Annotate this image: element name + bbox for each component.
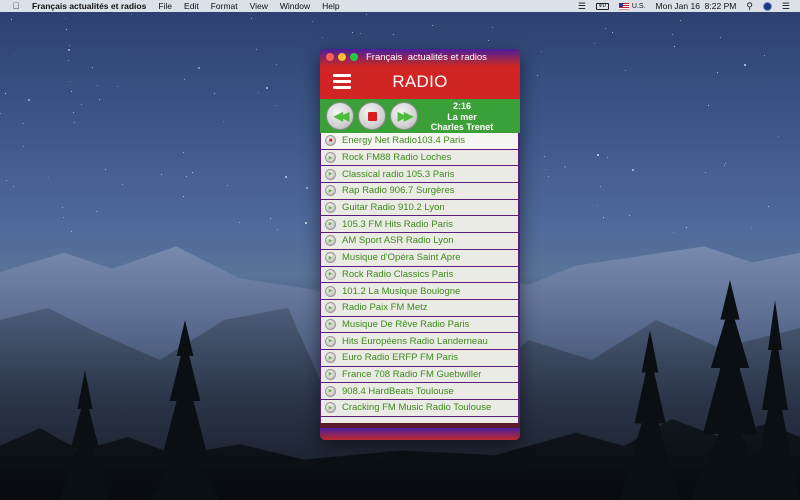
input-source-label: U.S. [631, 2, 646, 10]
station-item[interactable]: ▶ Euro Radio ERFP FM Paris [321, 349, 518, 367]
menu-window[interactable]: Window [280, 1, 310, 11]
play-icon[interactable]: ▶ [325, 202, 336, 214]
play-icon[interactable]: ▶ [325, 252, 336, 264]
station-name: Cracking FM Music Radio Toulouse [342, 402, 492, 414]
page-title: RADIO [392, 72, 448, 91]
wifi-icon[interactable]: ☰ [578, 1, 586, 12]
notification-center-icon[interactable]: ☰ [782, 1, 790, 12]
station-name: Musique d'Opéra Saint Apre [342, 252, 461, 264]
play-icon[interactable]: ▶ [325, 402, 336, 414]
play-icon[interactable]: ▶ [325, 335, 336, 347]
station-item[interactable]: ▶ Classical radio 105.3 Paris [321, 166, 518, 184]
station-name: Euro Radio ERFP FM Paris [342, 352, 458, 364]
station-name: 105.3 FM Hits Radio Paris [342, 218, 453, 230]
station-item[interactable]: ▶ AM Sport ASR Radio Lyon [321, 233, 518, 250]
station-name: Radio Paix FM Metz [342, 302, 428, 314]
station-item[interactable]: ▶ France 708 Radio FM Guebwiller [321, 366, 518, 384]
station-name: Energy Net Radio103.4 Paris [342, 135, 466, 147]
play-icon[interactable]: ▶ [325, 268, 336, 280]
stop-icon[interactable]: ■ [325, 135, 336, 147]
station-item[interactable]: ▶ Guitar Radio 910.2 Lyon [321, 199, 518, 217]
battery-icon[interactable]: ΦD [595, 2, 609, 10]
station-name: Rap Radio 906.7 Surgères [342, 185, 455, 197]
play-icon[interactable]: ▶ [325, 218, 336, 230]
station-item[interactable]: ■ Energy Net Radio103.4 Paris [321, 133, 518, 150]
station-name: Rock Radio Classics Paris [342, 268, 454, 280]
station-name: Classical radio 105.3 Paris [342, 168, 455, 180]
menu-format[interactable]: Format [211, 1, 238, 11]
station-item[interactable]: ▶ 105.3 FM Hits Radio Paris [321, 216, 518, 234]
menu-view[interactable]: View [250, 1, 268, 11]
station-name: AM Sport ASR Radio Lyon [342, 235, 454, 247]
station-name: Musique De Rêve Radio Paris [342, 318, 470, 330]
station-item[interactable]: ▶ Radio Paix FM Metz [321, 299, 518, 317]
play-icon[interactable]: ▶ [325, 168, 336, 180]
play-icon[interactable]: ▶ [325, 185, 336, 197]
play-icon[interactable]: ▶ [325, 235, 336, 247]
station-item[interactable]: ▶ 908.4 HardBeats Toulouse [321, 383, 518, 400]
station-item[interactable]: ▶ Rock Radio Classics Paris [321, 266, 518, 284]
station-item[interactable]: ▶ Rock FM88 Radio Loches [321, 149, 518, 167]
previous-button[interactable]: ◀◀ [326, 102, 354, 130]
station-item[interactable]: ▶ Musique d'Opéra Saint Apre [321, 249, 518, 267]
play-icon[interactable]: ▶ [325, 352, 336, 364]
minimize-window-button[interactable] [338, 53, 346, 61]
station-list[interactable]: ■ Energy Net Radio103.4 Paris ▶ Rock FM88 R… [320, 133, 520, 423]
station-name: France 708 Radio FM Guebwiller [342, 368, 482, 380]
app-menu[interactable]: Français actualités et radios [32, 1, 146, 11]
rewind-icon: ◀◀ [333, 109, 350, 123]
window-title: Français actualités et radios [366, 51, 487, 63]
station-item[interactable]: ▶ Cracking FM Music Radio Toulouse [321, 400, 518, 417]
song-artist: Charles Trenet [430, 122, 494, 132]
menu-file[interactable]: File [158, 1, 172, 11]
close-window-button[interactable] [326, 53, 334, 61]
station-item[interactable]: ▶ Hits Européens Radio Landerneau [321, 333, 518, 350]
station-name: 101.2 La Musique Boulogne [342, 285, 461, 297]
play-icon[interactable]: ▶ [325, 285, 336, 297]
station-name: Rock FM88 Radio Loches [342, 152, 452, 164]
station-item[interactable]: ▶ Musique De Rêve Radio Paris [321, 316, 518, 334]
list-overflow [321, 416, 518, 423]
next-button[interactable]: ▶▶ [390, 102, 418, 130]
menu-bar:  Français actualités et radios File Edi… [0, 0, 800, 12]
window-footer [320, 428, 520, 440]
station-name: Hits Européens Radio Landerneau [342, 335, 488, 347]
app-window: Français actualités et radios RADIO ◀◀ ▶… [320, 49, 520, 440]
apple-menu-icon[interactable]:  [10, 1, 22, 11]
app-header: RADIO [320, 65, 520, 99]
fast-forward-icon: ▶▶ [397, 109, 414, 123]
play-icon[interactable]: ▶ [325, 152, 336, 164]
menu-help[interactable]: Help [322, 1, 339, 11]
hamburger-menu-icon[interactable] [333, 74, 351, 89]
play-icon[interactable]: ▶ [325, 318, 336, 330]
window-titlebar[interactable]: Français actualités et radios [320, 49, 520, 65]
menu-edit[interactable]: Edit [184, 1, 199, 11]
stop-button[interactable] [358, 102, 386, 130]
song-title: La mer [447, 111, 477, 122]
player-bar: ◀◀ ▶▶ 2:16 La mer Charles Trenet [320, 99, 520, 133]
play-icon[interactable]: ▶ [325, 385, 336, 397]
stop-icon [367, 111, 377, 121]
station-name: 908.4 HardBeats Toulouse [342, 385, 454, 397]
spotlight-search-icon[interactable]: ⚲ [746, 1, 753, 12]
station-item[interactable]: ▶ 101.2 La Musique Boulogne [321, 283, 518, 300]
clock[interactable]: Mon Jan 16 8:22 PM [656, 1, 737, 11]
station-item[interactable]: ▶ Rap Radio 906.7 Surgères [321, 183, 518, 200]
playback-time: 2:16 [452, 101, 471, 111]
station-name: Guitar Radio 910.2 Lyon [342, 202, 445, 214]
zoom-window-button[interactable] [350, 53, 358, 61]
now-playing-info: 2:16 La mer Charles Trenet [422, 101, 502, 133]
us-flag-icon [618, 2, 629, 10]
user-icon[interactable] [762, 1, 772, 11]
play-icon[interactable]: ▶ [325, 368, 336, 380]
status-area: ☰ ΦD U.S. Mon Jan 16 8:22 PM ⚲ ☰ [578, 1, 790, 12]
play-icon[interactable]: ▶ [325, 302, 336, 314]
input-source-menu[interactable]: U.S. [618, 2, 646, 10]
